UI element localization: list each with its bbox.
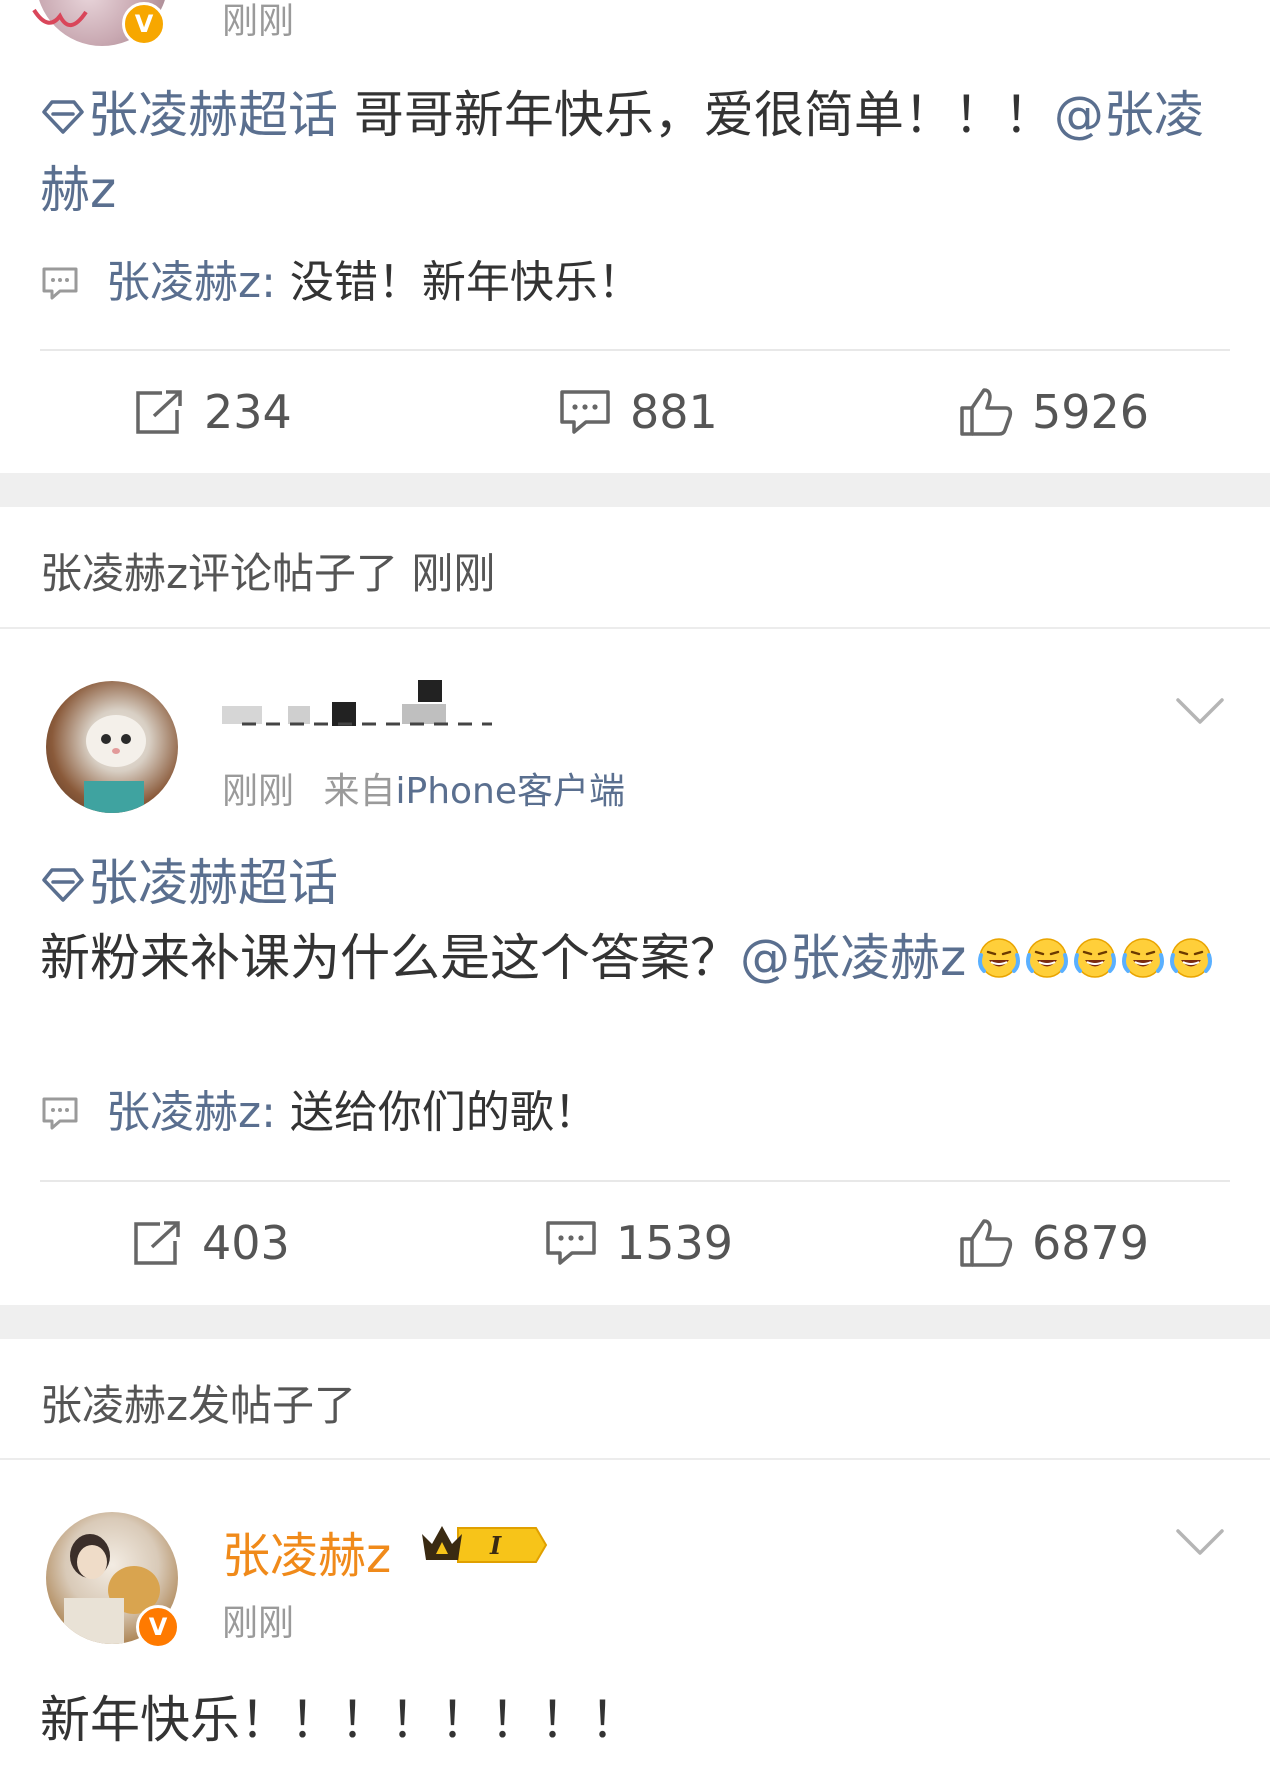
- comment-bubble-icon: [40, 1087, 80, 1147]
- repost-button[interactable]: 234: [132, 385, 292, 439]
- comment-button[interactable]: 1539: [544, 1216, 733, 1270]
- section-divider: [0, 1458, 1270, 1460]
- like-button[interactable]: 5926: [958, 385, 1149, 439]
- post-text: 新年快乐！！！！！！！！: [40, 1691, 640, 1749]
- feed-separator: [0, 1305, 1270, 1339]
- topic-diamond-icon: [40, 852, 86, 923]
- vip-level-badge: I: [418, 1520, 548, 1570]
- reply-text: 送给你们的歌！: [275, 1087, 598, 1138]
- post-body-text: 哥哥新年快乐，爱很简单！！！: [338, 86, 1054, 144]
- topic-diamond-icon: [40, 84, 86, 155]
- reply-author[interactable]: 张凌赫z:: [106, 1087, 276, 1138]
- thumbs-up-icon: [960, 388, 1013, 436]
- verified-v-icon: V: [122, 2, 166, 46]
- section-divider: [0, 627, 1270, 629]
- repost-icon: [136, 390, 182, 434]
- post-time: 刚刚: [222, 1603, 295, 1644]
- laughing-crying-emoji: [1170, 938, 1213, 978]
- comment-button[interactable]: 881: [558, 385, 718, 439]
- emoji-row: [966, 929, 1214, 987]
- comment-bubble-icon: [40, 257, 80, 317]
- comment-icon: [560, 390, 610, 434]
- comment-icon: [546, 1221, 596, 1265]
- post-text: 张凌赫超话 哥哥新年快乐，爱很简单！！！@张凌赫z: [40, 80, 1230, 226]
- source-link[interactable]: iPhone客户端: [395, 771, 625, 812]
- topic-link[interactable]: 张凌赫超话: [40, 854, 338, 912]
- repost-count: 234: [204, 385, 292, 439]
- divider: [40, 1180, 1230, 1182]
- post-meta: 刚刚 来自iPhone客户端: [222, 762, 625, 814]
- comment-count: 881: [630, 385, 718, 439]
- topic-link[interactable]: 张凌赫超话: [40, 86, 338, 144]
- laughing-crying-emoji: [978, 938, 1021, 978]
- like-button[interactable]: 6879: [958, 1216, 1149, 1270]
- post-time: 刚刚: [222, 1, 295, 42]
- author-name[interactable]: 张凌赫z: [222, 1516, 391, 1586]
- repost-icon: [134, 1221, 180, 1265]
- chevron-down-icon[interactable]: [1174, 1527, 1226, 1561]
- laughing-crying-emoji: [1026, 938, 1069, 978]
- reply-text: 没错！新年快乐！: [275, 257, 642, 308]
- featured-reply[interactable]: 张凌赫z: 送给你们的歌！: [40, 1083, 598, 1147]
- chevron-down-icon[interactable]: [1174, 696, 1226, 730]
- divider: [40, 349, 1230, 351]
- post-text: 张凌赫超话新粉来补课为什么是这个答案？@张凌赫z: [40, 848, 1230, 994]
- username-blurred[interactable]: [222, 680, 532, 730]
- repost-button[interactable]: 403: [130, 1216, 290, 1270]
- feed-separator: [0, 473, 1270, 507]
- avatar-ribbon-decoration: [30, 6, 90, 42]
- like-count: 6879: [1032, 1216, 1150, 1270]
- section-label: 张凌赫z发帖子了: [40, 1381, 357, 1430]
- thumbs-up-icon: [960, 1219, 1013, 1267]
- source-prefix: 来自: [323, 771, 396, 812]
- laughing-crying-emoji: [1122, 938, 1165, 978]
- post-time: 刚刚: [222, 771, 295, 812]
- post-body-text: 新粉来补课为什么是这个答案？: [40, 929, 740, 987]
- featured-reply[interactable]: 张凌赫z: 没错！新年快乐！: [40, 253, 642, 317]
- vip-level-text: I: [489, 1531, 502, 1560]
- mention-link[interactable]: @张凌赫z: [740, 929, 966, 987]
- reply-author[interactable]: 张凌赫z:: [106, 257, 276, 308]
- like-count: 5926: [1032, 385, 1150, 439]
- laughing-crying-emoji: [1074, 938, 1117, 978]
- avatar[interactable]: [46, 681, 178, 813]
- comment-count: 1539: [616, 1216, 734, 1270]
- repost-count: 403: [202, 1216, 290, 1270]
- verified-v-icon: V: [136, 1605, 180, 1649]
- section-label: 张凌赫z评论帖子了 刚刚: [40, 549, 496, 598]
